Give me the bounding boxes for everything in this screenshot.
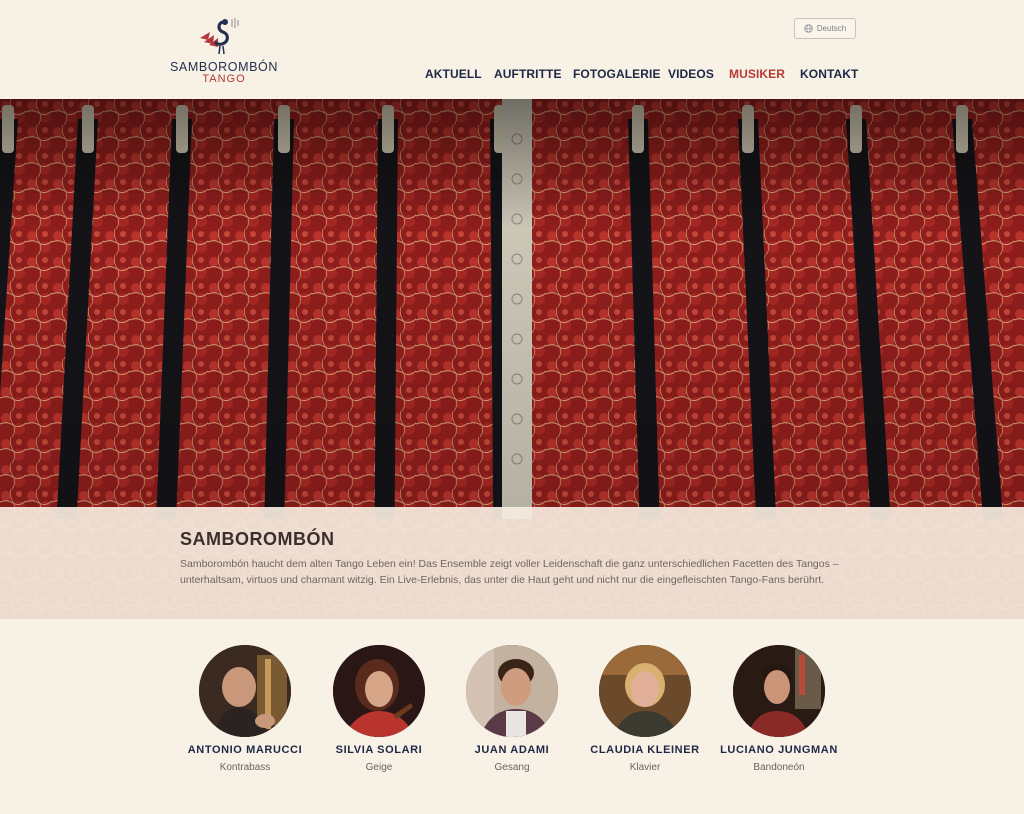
site-logo[interactable]: SAMBOROMBÓN TANGO xyxy=(168,14,280,86)
musician-card[interactable]: JUAN ADAMI Gesang xyxy=(442,645,582,775)
language-button[interactable]: Deutsch xyxy=(794,18,856,39)
portrait-image xyxy=(599,645,691,737)
portrait-image xyxy=(733,645,825,737)
avatar xyxy=(199,645,291,737)
hero-title: SAMBOROMBÓN xyxy=(180,529,335,549)
musician-instrument: Kontrabass xyxy=(219,762,271,773)
musician-card[interactable]: SILVIA SOLARI Geige xyxy=(309,645,449,775)
nav-item-videos[interactable]: VIDEOS xyxy=(668,67,729,83)
musician-name: CLAUDIA KLEINER xyxy=(590,744,700,756)
nav-item-aktuell[interactable]: AKTUELL xyxy=(425,67,494,83)
musician-name: LUCIANO JUNGMAN xyxy=(720,744,838,756)
main-nav: AKTUELL AUFTRITTE FOTOGALERIE VIDEOS MUS… xyxy=(425,67,860,83)
portrait-image xyxy=(466,645,558,737)
language-label: Deutsch xyxy=(816,24,847,33)
musician-instrument: Geige xyxy=(365,762,393,773)
musician-instrument: Gesang xyxy=(494,762,530,773)
musician-card[interactable]: LUCIANO JUNGMAN Bandoneón xyxy=(709,645,849,775)
portrait-image xyxy=(199,645,291,737)
musician-name: ANTONIO MARUCCI xyxy=(187,744,303,756)
avatar xyxy=(599,645,691,737)
musician-instrument: Bandoneón xyxy=(753,762,805,773)
hero-banner: SAMBOROMBÓN Samborombón haucht dem alten… xyxy=(0,99,1024,619)
portrait-image xyxy=(333,645,425,737)
musician-card[interactable]: ANTONIO MARUCCI Kontrabass xyxy=(175,645,315,775)
hero-description: Samborombón haucht dem alten Tango Leben… xyxy=(180,558,839,586)
logo-wordmark: SAMBOROMBÓN xyxy=(170,60,278,74)
globe-icon xyxy=(804,24,813,33)
musician-card[interactable]: CLAUDIA KLEINER Klavier xyxy=(575,645,715,775)
nav-item-musiker[interactable]: MUSIKER xyxy=(729,67,800,83)
nav-item-auftritte[interactable]: AUFTRITTE xyxy=(494,67,573,83)
site-header: SAMBOROMBÓN TANGO Deutsch AKTUELL AUFTRI… xyxy=(0,0,1024,99)
avatar xyxy=(466,645,558,737)
musician-name: SILVIA SOLARI xyxy=(335,744,423,756)
avatar xyxy=(333,645,425,737)
nav-item-kontakt[interactable]: KONTAKT xyxy=(800,67,860,83)
musician-name: JUAN ADAMI xyxy=(474,744,550,756)
avatar xyxy=(733,645,825,737)
musician-instrument: Klavier xyxy=(629,762,661,773)
nav-item-fotogalerie[interactable]: FOTOGALERIE xyxy=(573,67,668,83)
bird-logo-icon xyxy=(200,18,239,55)
musicians-section: ANTONIO MARUCCI Kontrabass SILVIA SOLARI… xyxy=(0,619,1024,814)
logo-subtitle: TANGO xyxy=(202,73,246,85)
